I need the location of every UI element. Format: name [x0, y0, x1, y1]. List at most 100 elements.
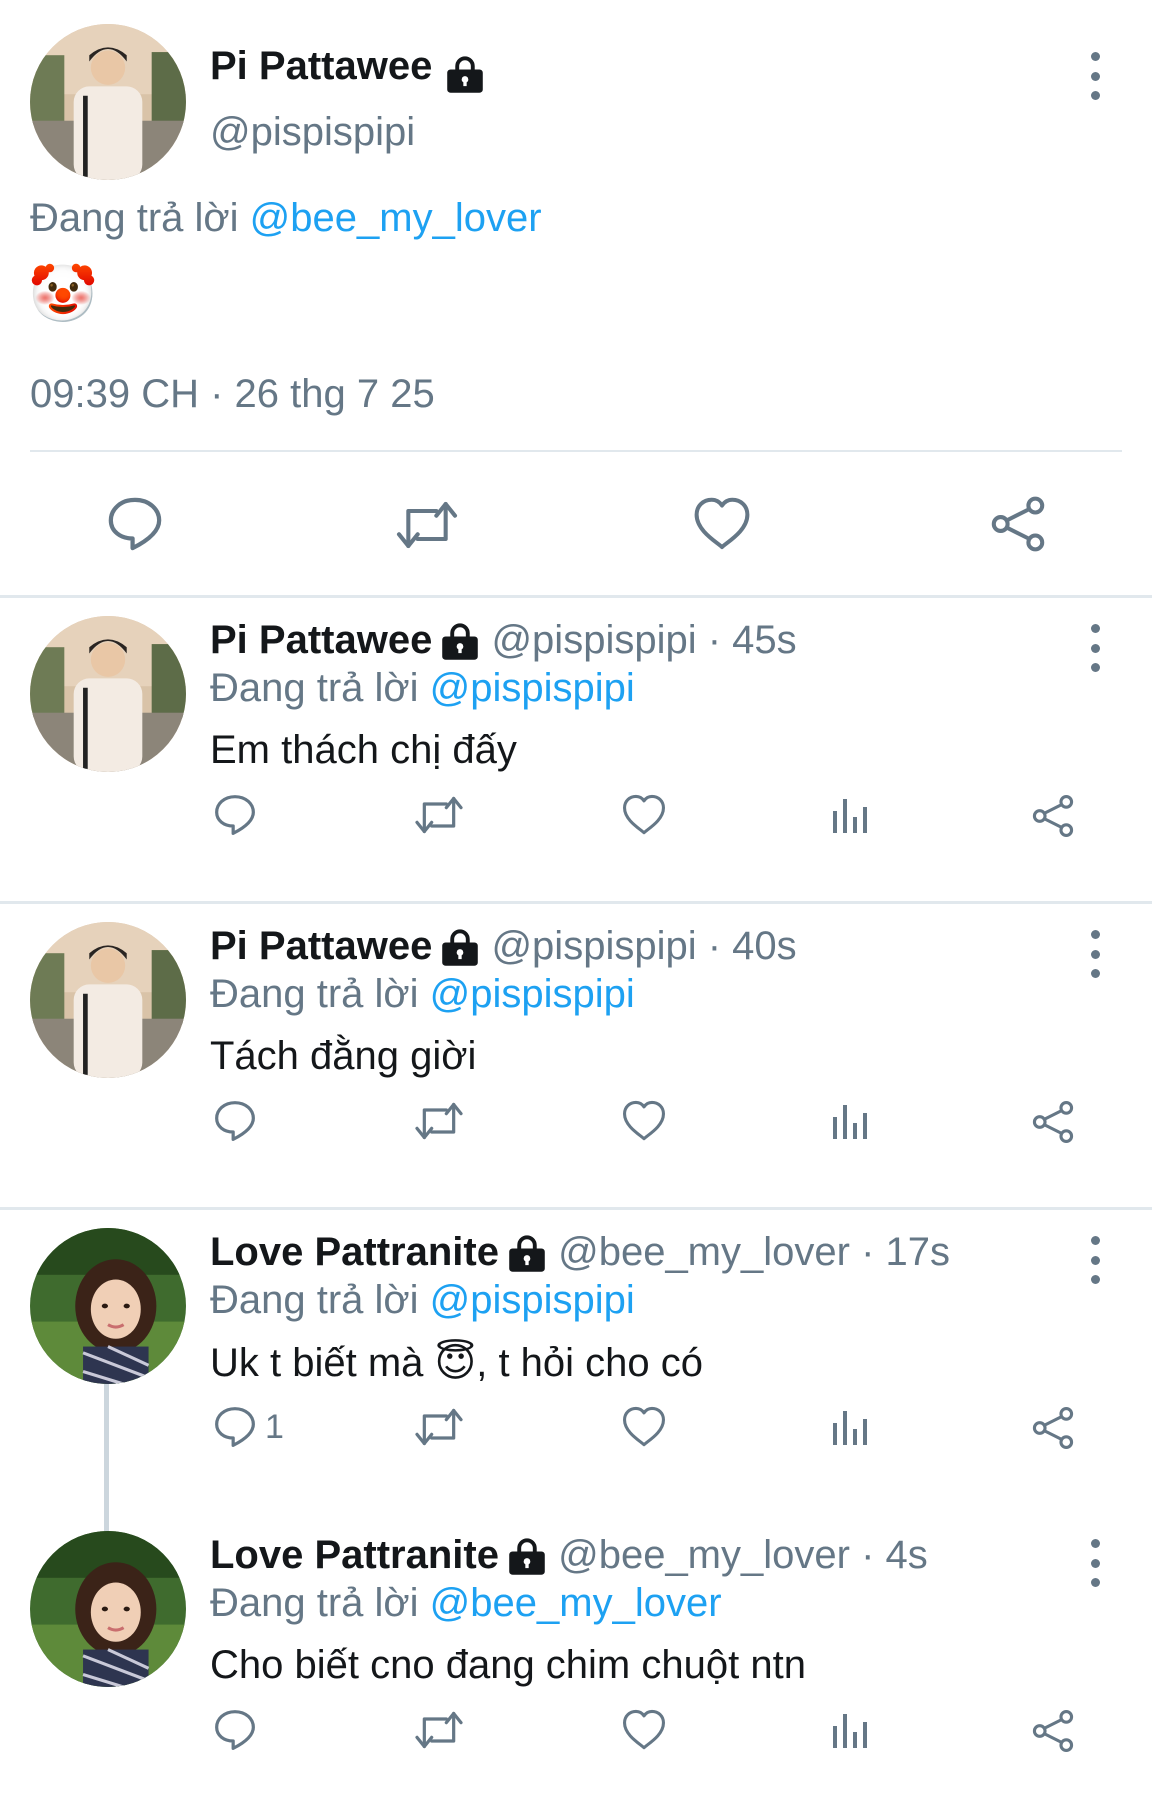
like-icon	[621, 793, 667, 837]
retweet-button[interactable]	[394, 497, 460, 553]
lock-icon	[440, 928, 480, 968]
retweet-icon	[413, 1099, 465, 1143]
avatar-image	[30, 1531, 186, 1687]
tweet-actions	[0, 1099, 1152, 1159]
reply-count: 1	[265, 1407, 284, 1446]
tweet-meta: @pispispipi · 45s	[491, 618, 797, 662]
like-icon	[621, 1099, 667, 1143]
reply-tweet[interactable]: Love Pattranite @bee_my_lover · 17s Đang…	[0, 1210, 1152, 1544]
replying-to: Đang trả lời @bee_my_lover	[30, 196, 542, 241]
analytics-icon	[829, 795, 869, 835]
tweet-text: Uk t biết mà 😇, t hỏi cho có	[210, 1340, 703, 1386]
analytics-button[interactable]	[829, 1407, 869, 1447]
avatar[interactable]	[30, 24, 186, 180]
replying-prefix: Đang trả lời	[210, 1581, 419, 1625]
tweet-actions	[0, 793, 1152, 853]
tweet-text-part: Uk t biết mà	[210, 1341, 435, 1385]
retweet-icon	[394, 497, 460, 553]
tweet-header: Love Pattranite @bee_my_lover · 17s	[210, 1230, 950, 1275]
analytics-button[interactable]	[829, 795, 869, 835]
tweet-header: Pi Pattawee @pispispipi · 45s	[210, 618, 797, 663]
author-name[interactable]: Love Pattranite	[210, 1533, 499, 1577]
reply-button[interactable]	[213, 1708, 265, 1752]
retweet-button[interactable]	[413, 1099, 465, 1143]
reply-button[interactable]	[106, 495, 164, 553]
tweet-actions	[0, 1708, 1152, 1768]
replying-to: Đang trả lời @pispispipi	[210, 972, 635, 1017]
author-name[interactable]: Love Pattranite	[210, 1230, 499, 1274]
share-button[interactable]	[1030, 1099, 1076, 1145]
avatar[interactable]	[30, 1228, 186, 1384]
replying-to-link[interactable]: @bee_my_lover	[250, 196, 542, 240]
tweet-meta: @bee_my_lover · 4s	[558, 1533, 928, 1577]
replying-to: Đang trả lời @pispispipi	[210, 666, 635, 711]
like-button[interactable]	[621, 1708, 667, 1752]
share-icon	[1030, 1405, 1076, 1451]
share-button[interactable]	[1030, 793, 1076, 839]
reply-tweet[interactable]: Love Pattranite @bee_my_lover · 4s Đang …	[0, 1513, 1152, 1813]
retweet-button[interactable]	[413, 793, 465, 837]
avatar-image	[30, 616, 186, 772]
retweet-button[interactable]	[413, 1405, 465, 1449]
reply-button[interactable]	[213, 1099, 265, 1143]
share-icon	[1030, 793, 1076, 839]
more-icon[interactable]	[1083, 52, 1107, 100]
author-name[interactable]: Pi Pattawee	[210, 618, 432, 662]
author-name[interactable]: Pi Pattawee	[210, 44, 432, 88]
retweet-icon	[413, 793, 465, 837]
main-tweet: Pi Pattawee @pispispipi Đang trả lời @be…	[0, 0, 1152, 598]
like-button[interactable]	[692, 496, 752, 552]
lock-icon	[507, 1234, 547, 1274]
reply-icon	[213, 1405, 257, 1449]
retweet-button[interactable]	[413, 1708, 465, 1752]
avatar[interactable]	[30, 922, 186, 1078]
replying-to: Đang trả lời @bee_my_lover	[210, 1581, 722, 1626]
tweet-meta: @bee_my_lover · 17s	[558, 1230, 950, 1274]
share-icon	[988, 494, 1048, 554]
more-icon[interactable]	[1083, 624, 1107, 672]
analytics-icon	[829, 1710, 869, 1750]
reply-button[interactable]: 1	[213, 1405, 284, 1449]
more-icon[interactable]	[1083, 930, 1107, 978]
tweet-text: Cho biết cno đang chim chuột ntn	[210, 1643, 806, 1687]
share-icon	[1030, 1099, 1076, 1145]
more-icon[interactable]	[1083, 1539, 1107, 1587]
tweet-header: Love Pattranite @bee_my_lover · 4s	[210, 1533, 928, 1578]
tweet-meta: @pispispipi · 40s	[491, 924, 797, 968]
more-icon[interactable]	[1083, 1236, 1107, 1284]
avatar[interactable]	[30, 1531, 186, 1687]
share-button[interactable]	[1030, 1405, 1076, 1451]
like-button[interactable]	[621, 793, 667, 837]
author-row: Pi Pattawee	[210, 44, 485, 95]
retweet-icon	[413, 1405, 465, 1449]
tweet-emoji: 🤡	[28, 262, 98, 325]
tweet-text-part: , t hỏi cho có	[476, 1341, 704, 1385]
avatar[interactable]	[30, 616, 186, 772]
analytics-button[interactable]	[829, 1101, 869, 1141]
avatar-image	[30, 922, 186, 1078]
like-icon	[621, 1708, 667, 1752]
replying-to-link[interactable]: @bee_my_lover	[430, 1581, 722, 1625]
tweet-header: Pi Pattawee @pispispipi · 40s	[210, 924, 797, 969]
author-handle[interactable]: @pispispipi	[210, 110, 415, 155]
reply-tweet[interactable]: Pi Pattawee @pispispipi · 45s Đang trả l…	[0, 598, 1152, 904]
reply-tweet[interactable]: Pi Pattawee @pispispipi · 40s Đang trả l…	[0, 904, 1152, 1210]
retweet-icon	[413, 1708, 465, 1752]
analytics-button[interactable]	[829, 1710, 869, 1750]
replying-to-link[interactable]: @pispispipi	[430, 666, 635, 710]
tweet-timestamp[interactable]: 09:39 CH · 26 thg 7 25	[30, 372, 435, 417]
reply-icon	[106, 495, 164, 553]
replying-prefix: Đang trả lời	[210, 666, 419, 710]
tweet-emoji: 😇	[434, 1341, 477, 1385]
replying-prefix: Đang trả lời	[210, 1278, 419, 1322]
replying-to-link[interactable]: @pispispipi	[430, 1278, 635, 1322]
replying-to-link[interactable]: @pispispipi	[430, 972, 635, 1016]
share-button[interactable]	[1030, 1708, 1076, 1754]
replying-prefix: Đang trả lời	[30, 196, 239, 240]
like-button[interactable]	[621, 1099, 667, 1143]
tweet-actions: 1	[0, 1405, 1152, 1465]
author-name[interactable]: Pi Pattawee	[210, 924, 432, 968]
like-button[interactable]	[621, 1405, 667, 1449]
share-button[interactable]	[988, 494, 1048, 554]
reply-button[interactable]	[213, 793, 265, 837]
